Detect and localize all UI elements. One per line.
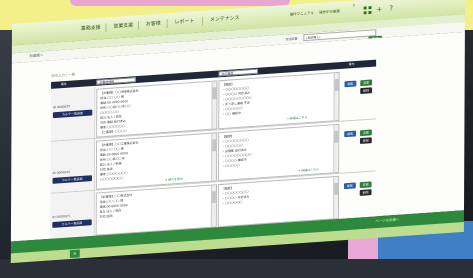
scrollbar-thumb[interactable] (212, 139, 217, 152)
nav-divider (202, 16, 204, 26)
monitor-screen: 業務支援 営業支援 お客様 レポート メンテナンス 操作マニュアル 操作中の画面… (10, 0, 473, 278)
nav-item-reports[interactable]: レポート (174, 17, 194, 27)
help-icon[interactable]: ? (386, 3, 396, 13)
row-id-column: ID 0000025 カルテ一覧画面 (50, 86, 96, 141)
panel-scrollbar[interactable] (333, 124, 339, 173)
manual-link[interactable]: 操作マニュアル (290, 11, 314, 18)
grid-icon[interactable] (363, 5, 373, 15)
nav-divider (138, 21, 140, 30)
detail-button[interactable]: カルテ一覧画面 (52, 175, 92, 184)
panel-scrollbar[interactable] (333, 72, 339, 121)
panel-scrollbar[interactable] (211, 133, 217, 181)
change-button[interactable]: 変更 (360, 79, 373, 87)
background-pink-tag (70, 0, 290, 6)
nav-item-business[interactable]: 業務支援 (81, 24, 101, 34)
back-to-top-link[interactable]: ページの先頭へ (375, 218, 399, 225)
detail-button[interactable]: カルテ一覧画面 (52, 109, 93, 119)
nav-divider (166, 19, 168, 29)
plus-icon[interactable]: + (374, 4, 384, 14)
scrollbar-thumb[interactable] (334, 130, 339, 143)
scrollbar-thumb[interactable] (212, 87, 217, 100)
show-more-link[interactable]: ▸ 続きを表示 (166, 177, 183, 182)
edit-button[interactable]: 編集 (343, 182, 356, 190)
delete-button[interactable]: 削除 (359, 137, 372, 144)
panel-line: 〇〇〇〇〇〇〇〇 (99, 175, 124, 182)
panel-line: 【ご要望】〇〇〇〇 (100, 128, 127, 135)
history-panel: 【履歴】 ・〇〇〇〇〇〇〇〇 ・〇〇〇〇 対応済み ・〇〇〇〇〇〇〇〇〇 ・折り… (218, 71, 340, 130)
scrollbar-thumb[interactable] (334, 78, 339, 91)
panel-line: 対応:訪問 (99, 213, 113, 219)
panel-line: ・〇〇〇〇〇〇 (221, 200, 243, 206)
nav-item-maintenance[interactable]: メンテナンス (210, 14, 240, 25)
customer-info-panel: 【お客様】〇〇商事株式会社 担当:〇〇 〇〇 様 電話:00-0000-0000… (96, 80, 218, 138)
scrollbar-thumb[interactable] (334, 182, 339, 195)
record-id: ID 0000024 (52, 169, 70, 176)
customer-info-panel: 【お客様】〇〇工業株式会社 担当:〇〇 〇〇 様 電話:00-0000-0000… (95, 132, 218, 190)
current-screen-link[interactable]: 操作中の画面 (319, 9, 340, 15)
row-id-column: ID 0000023 カルテ一覧画面 (50, 190, 95, 239)
panel-scrollbar[interactable] (332, 176, 339, 219)
record-id: ID 0000023 (52, 213, 70, 220)
scrollbar-thumb[interactable] (211, 191, 216, 204)
edit-button[interactable]: 編集 (344, 130, 357, 138)
record-id: ID 0000025 (52, 104, 71, 110)
department-label: 担当部署 (285, 36, 298, 42)
history-panel: 【履歴】 ・〇〇〇〇〇〇〇〇 ・〇〇〇〇〇〇 ・見積書 送付済み ・〇〇〇〇〇〇… (217, 123, 340, 182)
panel-line: ・〇〇〇〇〇 (221, 163, 240, 169)
header-actions-cell: 操作 (348, 62, 355, 67)
change-button[interactable]: 変更 (359, 129, 372, 137)
nav-item-customers[interactable]: お客様 (146, 20, 161, 30)
change-button[interactable]: 変更 (359, 181, 372, 189)
breadcrumb: 対応入力 / 一覧 (51, 72, 76, 79)
delete-button[interactable]: 削除 (359, 189, 372, 196)
panel-line: ・〇〇 確認中 (222, 111, 241, 117)
edit-button[interactable]: 編集 (344, 80, 357, 88)
delete-button[interactable]: 削除 (360, 87, 373, 95)
panel-scrollbar[interactable] (210, 185, 216, 227)
history-detail-link[interactable]: → 詳細はこちら (298, 167, 319, 172)
back-link[interactable]: 前画面へ (30, 53, 44, 59)
header-left-cell: 案件 (60, 81, 67, 87)
menu-button[interactable]: ≡ (69, 249, 80, 259)
main-content: 対応入力 / 一覧 案件 お客様情報 対応履歴 操作 ID 0000025 カル… (10, 31, 465, 242)
detail-button[interactable]: カルテ一覧画面 (52, 219, 92, 228)
row-id-column: ID 0000024 カルテ一覧画面 (50, 138, 96, 193)
history-detail-link[interactable]: → 詳細はこちら (286, 115, 307, 120)
nav-divider (105, 23, 107, 33)
nav-item-sales[interactable]: 営業支援 (113, 22, 133, 32)
panel-scrollbar[interactable] (211, 81, 217, 129)
counter-value: 0 (352, 3, 355, 8)
